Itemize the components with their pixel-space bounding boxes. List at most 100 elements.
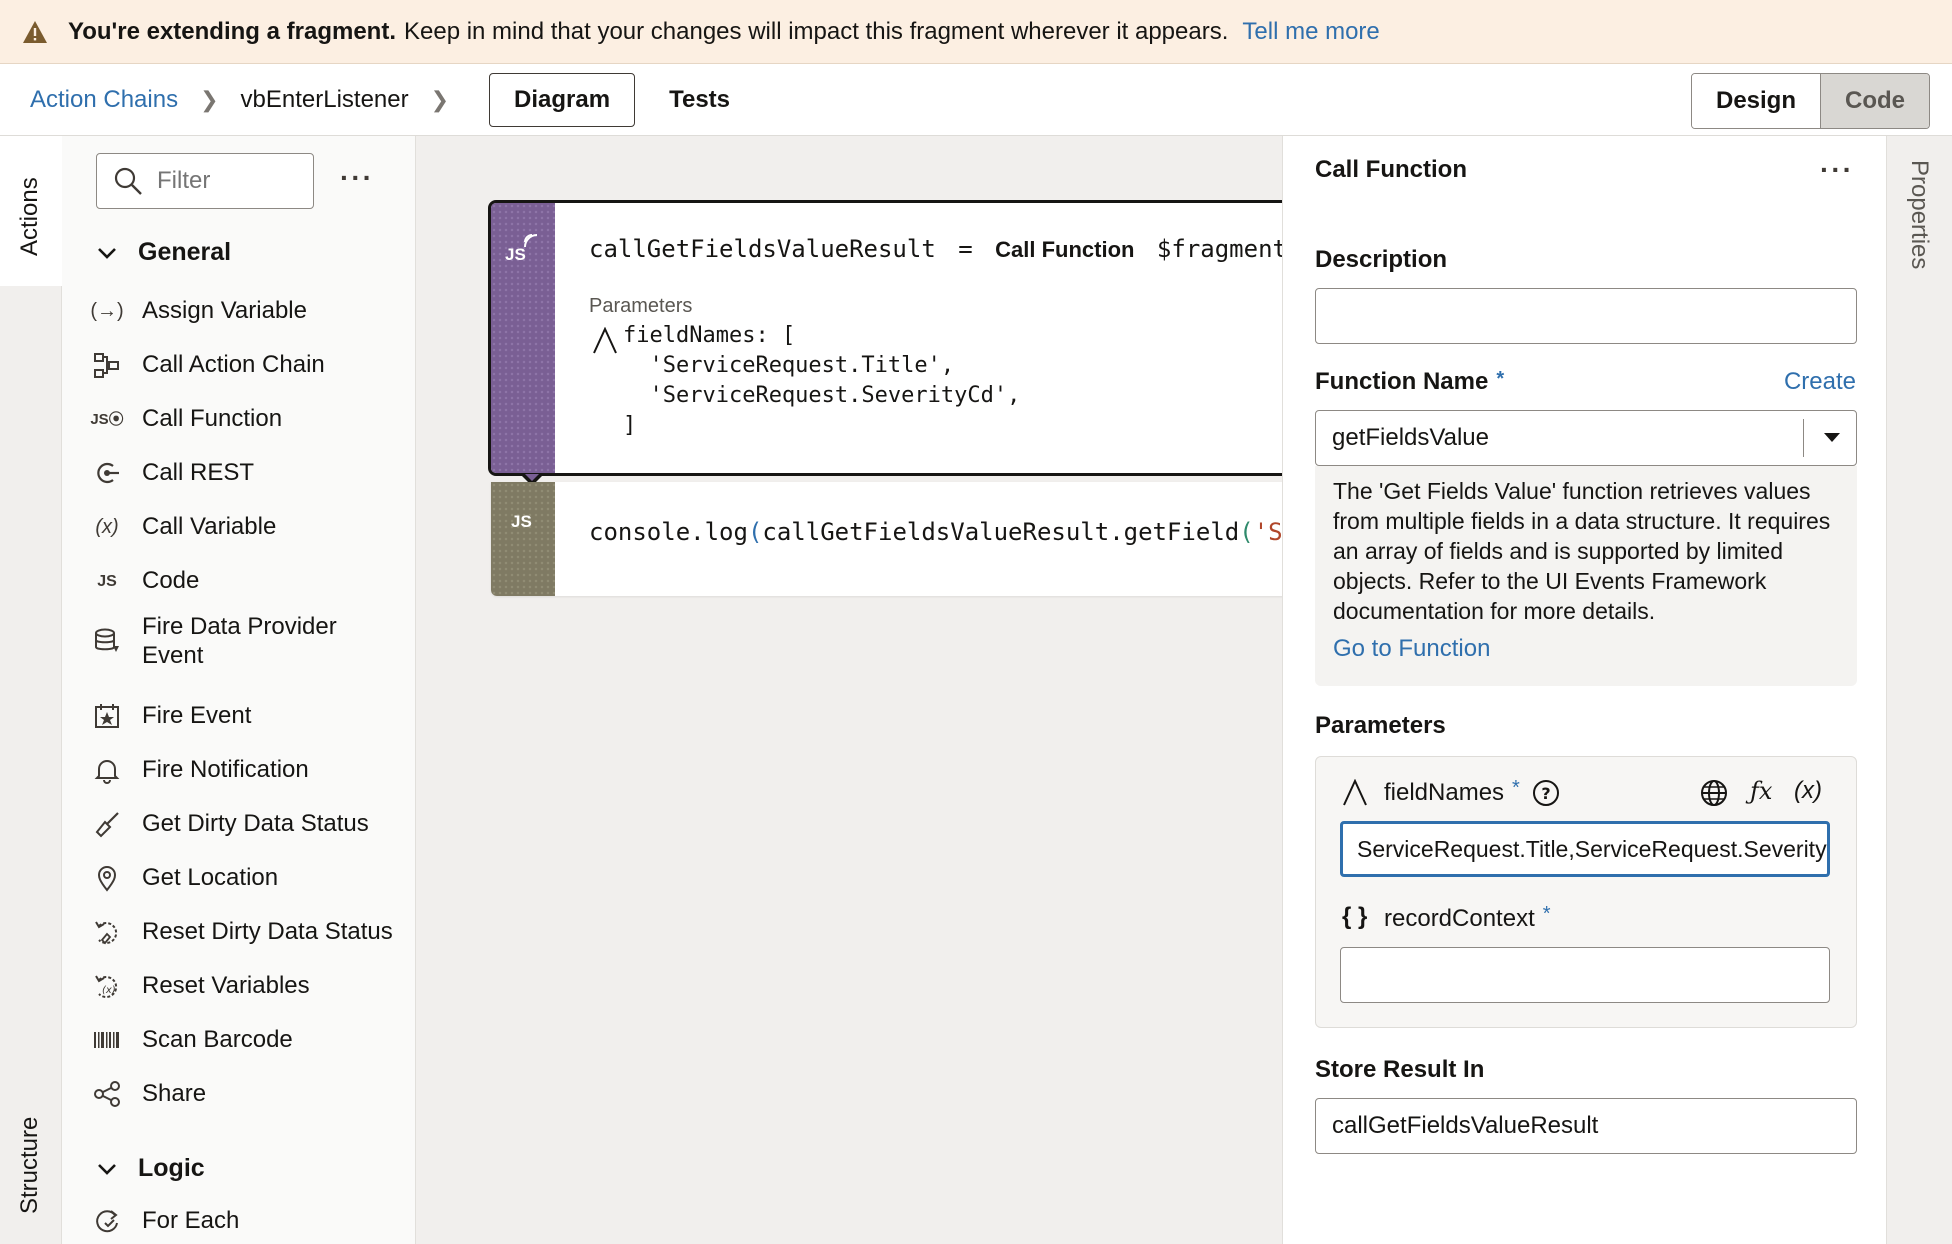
section-general[interactable]: General: [96, 238, 231, 267]
action-share[interactable]: Share: [92, 1079, 206, 1109]
tab-diagram[interactable]: Diagram: [489, 72, 636, 127]
recordcontext-input[interactable]: [1355, 961, 1829, 989]
create-function-link[interactable]: Create: [1784, 368, 1856, 396]
reset-variables-icon: (x): [92, 971, 122, 1001]
code-icon: JS: [97, 572, 117, 590]
chevron-right-icon: ❯: [430, 86, 450, 112]
call-function-node[interactable]: JS callGetFieldsValueResult = Call Funct…: [488, 200, 1282, 476]
properties-title: Call Function: [1315, 156, 1467, 183]
object-type-icon: { }: [1342, 903, 1368, 930]
search-icon: [114, 167, 142, 195]
function-name-label: Function Name *: [1315, 368, 1505, 395]
tab-tests[interactable]: Tests: [669, 86, 730, 114]
assign-variable-icon: (→): [90, 299, 124, 322]
fieldnames-input[interactable]: [1357, 835, 1827, 863]
action-call-function[interactable]: JS⦿ Call Function: [90, 404, 282, 434]
code-node[interactable]: JS console.log(callGetFieldsValueResult.…: [491, 482, 1282, 596]
diagram-canvas[interactable]: JS callGetFieldsValueResult = Call Funct…: [416, 136, 1282, 1244]
recordcontext-field[interactable]: [1340, 947, 1830, 1003]
action-for-each[interactable]: For Each: [92, 1206, 239, 1236]
node1-parameters-label: Parameters: [589, 295, 693, 317]
call-function-icon: JS⦿: [90, 410, 124, 428]
action-get-dirty-data-status[interactable]: Get Dirty Data Status: [92, 809, 369, 839]
breadcrumb-current-chain: vbEnterListener: [240, 85, 409, 113]
right-tab-strip: Properties: [1886, 136, 1952, 1244]
fragment-warning-banner: You're extending a fragment. Keep in min…: [0, 0, 1952, 64]
actions-palette: ··· General (→) Assign Variable Call Act…: [62, 136, 416, 1244]
tab-properties[interactable]: Properties: [1905, 160, 1933, 269]
action-get-location[interactable]: Get Location: [92, 863, 278, 893]
banner-message: Keep in mind that your changes will impa…: [403, 17, 1229, 45]
action-code[interactable]: JS Code: [92, 566, 199, 596]
param-fieldnames-label: fieldNames * ?: [1384, 777, 1560, 807]
tab-actions-label: Actions: [16, 177, 43, 256]
share-icon: [92, 1079, 122, 1109]
section-logic[interactable]: Logic: [96, 1154, 205, 1183]
chevron-right-icon: ❯: [200, 86, 219, 112]
palette-more-icon[interactable]: ···: [340, 162, 374, 194]
action-fire-notification[interactable]: Fire Notification: [92, 755, 309, 785]
function-name-select[interactable]: getFieldsValue: [1315, 410, 1857, 466]
signal-icon: [524, 234, 538, 248]
store-result-field[interactable]: [1315, 1098, 1857, 1154]
call-function-keyword: Call Function: [995, 237, 1135, 262]
fire-data-provider-icon: [92, 626, 122, 656]
dropdown-caret-icon[interactable]: [1824, 433, 1840, 442]
tab-actions[interactable]: Actions: [0, 136, 62, 286]
help-icon[interactable]: ?: [1532, 779, 1560, 807]
globe-icon[interactable]: [1700, 779, 1728, 807]
array-type-icon: [1343, 779, 1367, 806]
function-description: The 'Get Fields Value' function retrieve…: [1315, 466, 1857, 686]
param-recordcontext-label: recordContext *: [1384, 902, 1551, 933]
go-to-function-link[interactable]: Go to Function: [1333, 634, 1839, 664]
design-code-toggle: Design Code: [1690, 73, 1930, 129]
svg-text:?: ?: [1541, 784, 1550, 803]
node1-statement: callGetFieldsValueResult = Call Function…: [589, 235, 1282, 263]
chevron-down-icon: [98, 247, 116, 259]
action-call-action-chain[interactable]: Call Action Chain: [92, 350, 325, 380]
fieldnames-field[interactable]: [1340, 821, 1830, 877]
required-indicator: *: [1496, 368, 1505, 390]
function-node-stripe: JS: [491, 203, 555, 473]
expression-fx-icon[interactable]: ƒx: [1750, 777, 1772, 805]
call-action-chain-icon: [92, 350, 122, 380]
filter-field[interactable]: [96, 153, 314, 209]
tell-me-more-link[interactable]: Tell me more: [1242, 18, 1379, 46]
description-label: Description: [1315, 246, 1448, 273]
editor-toolbar: Action Chains ❯ vbEnterListener ❯ Diagra…: [0, 64, 1952, 136]
action-fire-event[interactable]: Fire Event: [92, 701, 251, 731]
description-field[interactable]: [1315, 288, 1857, 344]
action-fire-data-provider-event[interactable]: Fire Data Provider Event: [92, 612, 337, 670]
node1-param-line: 'ServiceRequest.SeverityCd',: [623, 383, 1021, 408]
action-call-variable[interactable]: (x) Call Variable: [92, 512, 276, 542]
tab-structure[interactable]: Structure: [16, 1117, 44, 1214]
variable-picker-icon[interactable]: (x): [1794, 777, 1822, 805]
action-reset-variables[interactable]: (x) Reset Variables: [92, 971, 310, 1001]
node1-param-line: ]: [623, 413, 637, 438]
js-code-icon: JS: [511, 512, 532, 531]
chevron-down-icon: [98, 1163, 116, 1175]
node1-param-line: fieldNames: [: [623, 323, 796, 348]
svg-text:(x): (x): [102, 985, 116, 996]
action-call-rest[interactable]: Call REST: [92, 458, 254, 488]
parameters-group: fieldNames* ? ƒx (x) { } recordContext*: [1315, 756, 1857, 1028]
left-tab-strip: [0, 136, 62, 1244]
location-pin-icon: [92, 863, 122, 893]
design-button[interactable]: Design: [1691, 74, 1820, 128]
description-input[interactable]: [1332, 302, 1856, 330]
properties-panel: Call Function ··· Description Function N…: [1282, 136, 1886, 1244]
function-name-value: getFieldsValue: [1332, 424, 1489, 451]
store-result-input[interactable]: [1332, 1112, 1856, 1140]
store-result-label: Store Result In: [1315, 1056, 1485, 1083]
reset-dirty-icon: [92, 917, 122, 947]
banner-title: You're extending a fragment.: [68, 17, 396, 45]
for-each-icon: [92, 1206, 122, 1236]
action-scan-barcode[interactable]: Scan Barcode: [92, 1025, 293, 1055]
properties-more-icon[interactable]: ···: [1820, 154, 1854, 186]
node2-statement: console.log(callGetFieldsValueResult.get…: [589, 518, 1282, 546]
code-button[interactable]: Code: [1820, 74, 1929, 128]
action-reset-dirty-data-status[interactable]: Reset Dirty Data Status: [92, 917, 393, 947]
breadcrumb-action-chains[interactable]: Action Chains: [30, 86, 178, 114]
action-assign-variable[interactable]: (→) Assign Variable: [90, 296, 307, 326]
filter-input[interactable]: [157, 167, 277, 195]
